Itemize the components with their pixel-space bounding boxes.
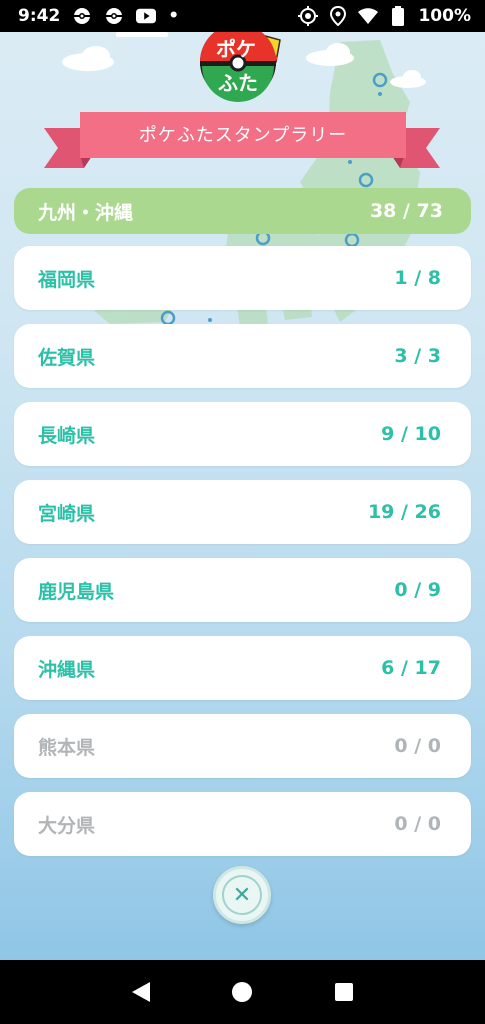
prefecture-item-kumamoto: 熊本県 0 / 0 xyxy=(14,714,471,778)
home-icon xyxy=(232,982,253,1002)
region-count: 38 / 73 xyxy=(369,200,443,222)
prefecture-item-okinawa[interactable]: 沖縄県 6 / 17 xyxy=(14,636,471,700)
battery-icon xyxy=(388,6,408,26)
svg-text:ふた: ふた xyxy=(218,71,258,95)
prefecture-count: 6 / 17 xyxy=(381,657,441,679)
youtube-icon xyxy=(136,6,157,26)
app-screen: ポケ ふた ポケふたスタンプラリー 九州・沖縄 38 / 73 福岡県 1 / … xyxy=(0,0,485,960)
recents-button[interactable] xyxy=(331,979,357,1005)
recents-icon xyxy=(335,983,354,1001)
prefecture-name: 鹿児島県 xyxy=(38,580,115,603)
location-pin-icon xyxy=(328,6,348,26)
prefecture-count: 9 / 10 xyxy=(381,423,441,445)
close-icon: ✕ xyxy=(222,875,262,915)
prefecture-item-fukuoka[interactable]: 福岡県 1 / 8 xyxy=(14,246,471,310)
prefecture-name: 長崎県 xyxy=(38,424,96,447)
battery-percent: 100% xyxy=(418,6,471,26)
prefecture-count: 0 / 9 xyxy=(394,579,441,601)
pokefuta-logo: ポケ ふた xyxy=(200,32,281,102)
status-dot: • xyxy=(168,6,180,26)
back-button[interactable] xyxy=(128,979,154,1005)
location-target-icon xyxy=(298,6,319,26)
prefecture-name: 福岡県 xyxy=(38,268,96,291)
prefecture-name: 熊本県 xyxy=(38,736,96,759)
prefecture-item-miyazaki[interactable]: 宮崎県 19 / 26 xyxy=(14,480,471,544)
prefecture-name: 沖縄県 xyxy=(38,658,96,681)
prefecture-count: 0 / 0 xyxy=(394,813,441,835)
prefecture-count: 19 / 26 xyxy=(367,501,441,523)
ribbon-title: ポケふたスタンプラリー xyxy=(138,125,348,146)
prefecture-name: 宮崎県 xyxy=(38,502,96,525)
navigation-bar xyxy=(0,960,485,1024)
home-button[interactable] xyxy=(229,979,255,1005)
status-time: 9:42 xyxy=(18,6,61,26)
back-icon xyxy=(131,982,150,1002)
prefecture-item-nagasaki[interactable]: 長崎県 9 / 10 xyxy=(14,402,471,466)
svg-text:ポケ: ポケ xyxy=(216,37,256,61)
prefecture-name: 大分県 xyxy=(38,814,96,837)
prefecture-item-kagoshima[interactable]: 鹿児島県 0 / 9 xyxy=(14,558,471,622)
prefecture-name: 佐賀県 xyxy=(38,346,96,369)
pokemon-go-icon xyxy=(72,6,92,26)
close-button[interactable]: ✕ xyxy=(213,866,271,924)
wifi-icon xyxy=(358,6,379,26)
prefecture-item-oita: 大分県 0 / 0 xyxy=(14,792,471,856)
prefecture-count: 0 / 0 xyxy=(394,735,441,757)
pokemon-go-icon xyxy=(104,6,124,26)
region-name: 九州・沖縄 xyxy=(38,201,134,224)
status-bar: 9:42 • 100% xyxy=(0,0,485,32)
prefecture-count: 1 / 8 xyxy=(394,267,441,289)
prefecture-item-saga[interactable]: 佐賀県 3 / 3 xyxy=(14,324,471,388)
region-header: 九州・沖縄 38 / 73 xyxy=(14,188,471,234)
prefecture-count: 3 / 3 xyxy=(394,345,441,367)
